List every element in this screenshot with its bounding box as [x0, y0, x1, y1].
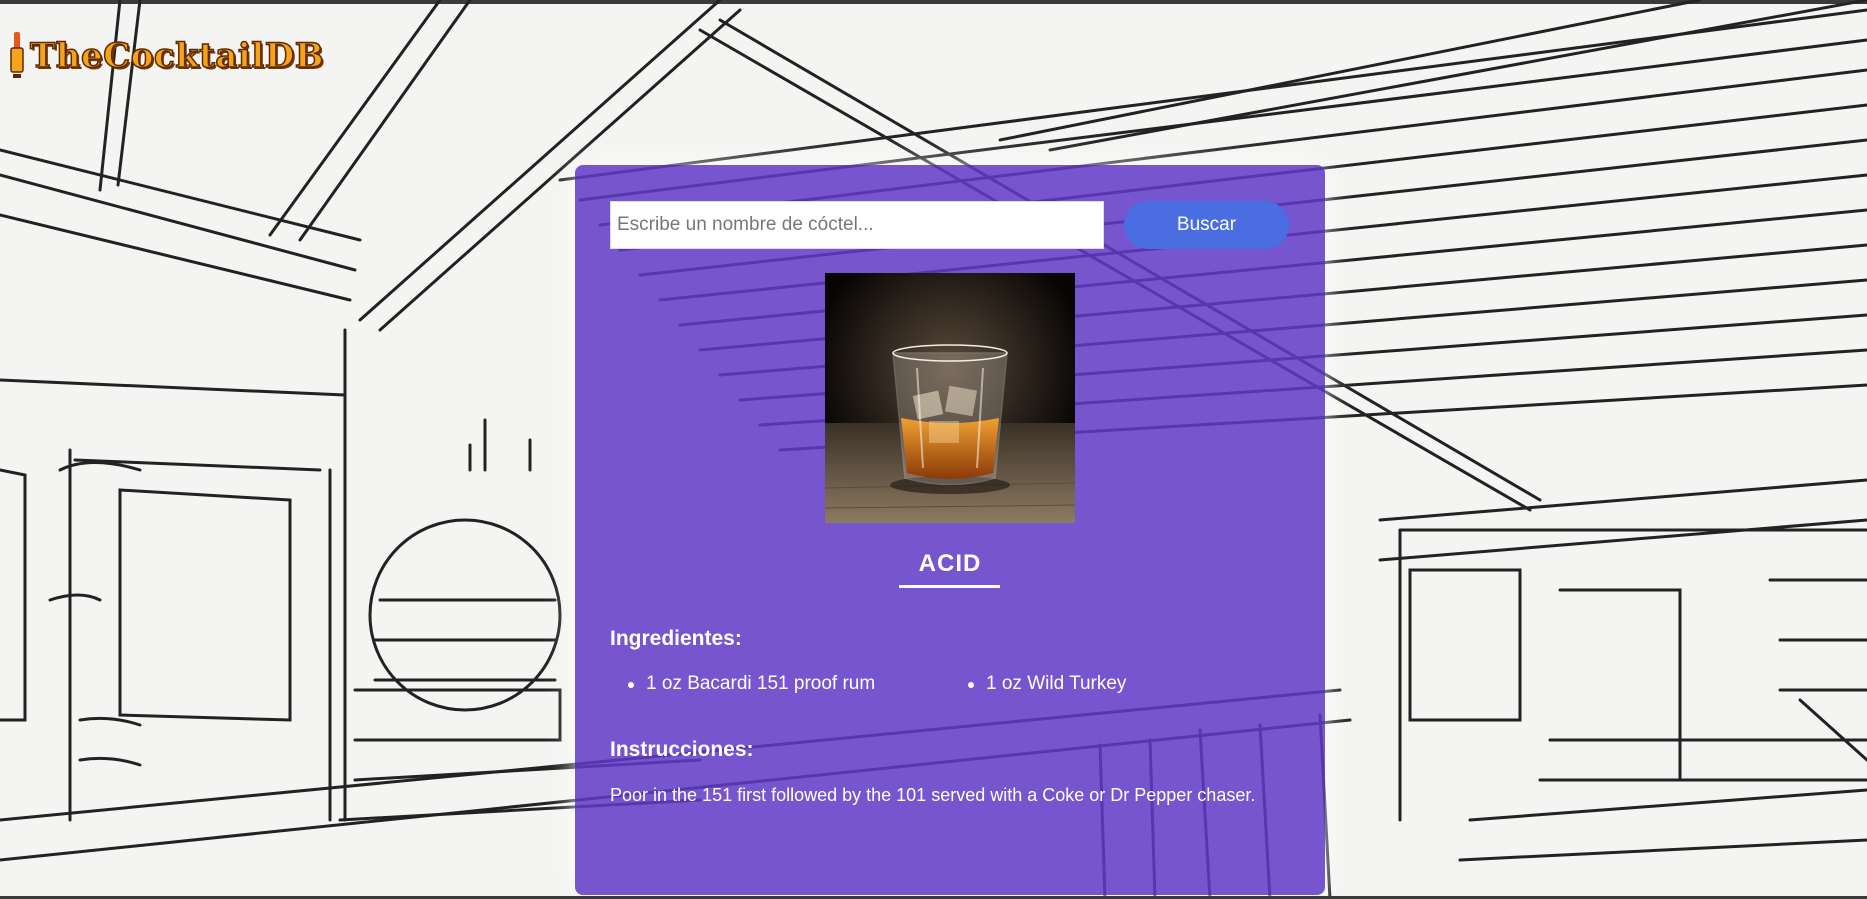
logo[interactable]: TheCocktailDB [6, 30, 324, 80]
instructions-text: Poor in the 151 first followed by the 10… [610, 785, 1256, 805]
ingredients-list: 1 oz Bacardi 151 proof rum 1 oz Wild Tur… [610, 672, 1290, 696]
logo-text: TheCocktailDB [29, 35, 324, 77]
cocktail-name: ACID [918, 550, 982, 577]
ingredients-heading: Ingredientes: [610, 627, 742, 650]
cocktail-image [825, 273, 1075, 523]
whiskey-glass-photo [825, 273, 1075, 523]
ingredient-item: 1 oz Bacardi 151 proof rum [610, 672, 950, 696]
cocktail-panel: Buscar [575, 165, 1325, 895]
search-button[interactable]: Buscar [1124, 201, 1289, 249]
ingredient-item: 1 oz Wild Turkey [950, 672, 1290, 696]
search-input[interactable] [610, 201, 1104, 249]
name-underline [899, 585, 1000, 588]
instructions-heading: Instrucciones: [610, 738, 754, 761]
cocktail-glass-icon [10, 32, 24, 78]
